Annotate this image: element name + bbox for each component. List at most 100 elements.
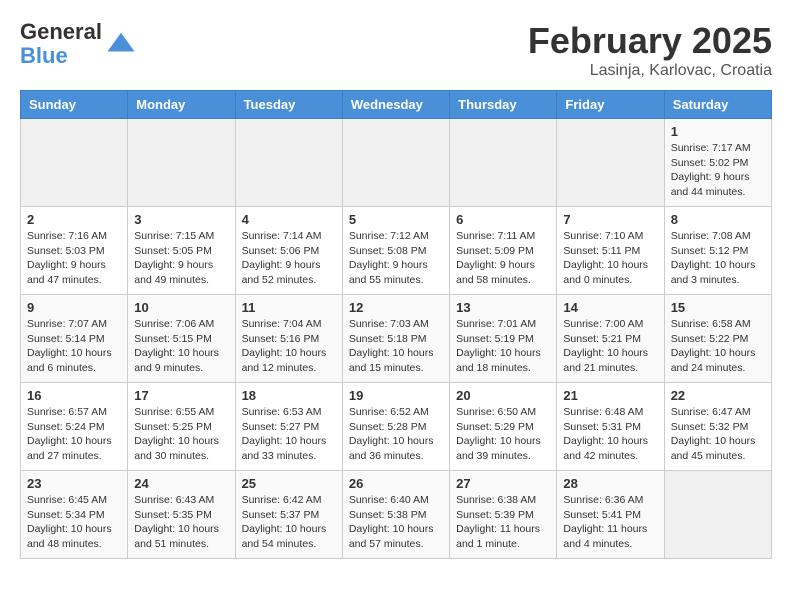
page-header: GeneralBlue February 2025 Lasinja, Karlo…: [20, 20, 772, 80]
day-number: 4: [242, 212, 336, 227]
day-info: Sunrise: 7:10 AM Sunset: 5:11 PM Dayligh…: [563, 229, 657, 288]
day-number: 25: [242, 476, 336, 491]
calendar-cell: 12 Sunrise: 7:03 AM Sunset: 5:18 PM Dayli…: [342, 295, 449, 383]
calendar-cell: 2 Sunrise: 7:16 AM Sunset: 5:03 PM Daylig…: [21, 207, 128, 295]
day-info: Sunrise: 7:11 AM Sunset: 5:09 PM Dayligh…: [456, 229, 550, 288]
day-info: Sunrise: 6:42 AM Sunset: 5:37 PM Dayligh…: [242, 493, 336, 552]
calendar-week-row: 16 Sunrise: 6:57 AM Sunset: 5:24 PM Dayli…: [21, 383, 772, 471]
calendar-cell: 3 Sunrise: 7:15 AM Sunset: 5:05 PM Daylig…: [128, 207, 235, 295]
day-number: 2: [27, 212, 121, 227]
day-info: Sunrise: 6:55 AM Sunset: 5:25 PM Dayligh…: [134, 405, 228, 464]
day-number: 14: [563, 300, 657, 315]
day-info: Sunrise: 7:17 AM Sunset: 5:02 PM Dayligh…: [671, 141, 765, 200]
month-title: February 2025: [528, 20, 772, 62]
calendar-cell: 21Sunrise: 6:48 AM Sunset: 5:31 PM Dayli…: [557, 383, 664, 471]
weekday-header: Friday: [557, 91, 664, 119]
calendar-cell: 20Sunrise: 6:50 AM Sunset: 5:29 PM Dayli…: [450, 383, 557, 471]
day-number: 12: [349, 300, 443, 315]
day-number: 16: [27, 388, 121, 403]
calendar-cell: [128, 119, 235, 207]
calendar-cell: 8 Sunrise: 7:08 AM Sunset: 5:12 PM Daylig…: [664, 207, 771, 295]
day-info: Sunrise: 6:57 AM Sunset: 5:24 PM Dayligh…: [27, 405, 121, 464]
calendar-cell: 13 Sunrise: 7:01 AM Sunset: 5:19 PM Dayli…: [450, 295, 557, 383]
calendar-cell: [557, 119, 664, 207]
calendar-cell: 18Sunrise: 6:53 AM Sunset: 5:27 PM Dayli…: [235, 383, 342, 471]
calendar-table: SundayMondayTuesdayWednesdayThursdayFrid…: [20, 90, 772, 559]
day-info: Sunrise: 7:15 AM Sunset: 5:05 PM Dayligh…: [134, 229, 228, 288]
day-info: Sunrise: 6:43 AM Sunset: 5:35 PM Dayligh…: [134, 493, 228, 552]
calendar-cell: 27 Sunrise: 6:38 AM Sunset: 5:39 PM Dayli…: [450, 471, 557, 559]
day-info: Sunrise: 6:45 AM Sunset: 5:34 PM Dayligh…: [27, 493, 121, 552]
day-info: Sunrise: 6:47 AM Sunset: 5:32 PM Dayligh…: [671, 405, 765, 464]
calendar-cell: 9Sunrise: 7:07 AM Sunset: 5:14 PM Daylig…: [21, 295, 128, 383]
calendar-cell: 17Sunrise: 6:55 AM Sunset: 5:25 PM Dayli…: [128, 383, 235, 471]
day-info: Sunrise: 6:38 AM Sunset: 5:39 PM Dayligh…: [456, 493, 550, 552]
day-number: 28: [563, 476, 657, 491]
day-info: Sunrise: 6:53 AM Sunset: 5:27 PM Dayligh…: [242, 405, 336, 464]
day-number: 6: [456, 212, 550, 227]
location: Lasinja, Karlovac, Croatia: [528, 62, 772, 80]
day-info: Sunrise: 7:07 AM Sunset: 5:14 PM Dayligh…: [27, 317, 121, 376]
day-info: Sunrise: 7:01 AM Sunset: 5:19 PM Dayligh…: [456, 317, 550, 376]
day-info: Sunrise: 6:40 AM Sunset: 5:38 PM Dayligh…: [349, 493, 443, 552]
calendar-cell: 1 Sunrise: 7:17 AM Sunset: 5:02 PM Daylig…: [664, 119, 771, 207]
calendar-cell: 28 Sunrise: 6:36 AM Sunset: 5:41 PM Dayli…: [557, 471, 664, 559]
day-number: 7: [563, 212, 657, 227]
calendar-week-row: 9Sunrise: 7:07 AM Sunset: 5:14 PM Daylig…: [21, 295, 772, 383]
weekday-header: Thursday: [450, 91, 557, 119]
day-info: Sunrise: 7:03 AM Sunset: 5:18 PM Dayligh…: [349, 317, 443, 376]
calendar-cell: 5 Sunrise: 7:12 AM Sunset: 5:08 PM Daylig…: [342, 207, 449, 295]
day-number: 24: [134, 476, 228, 491]
day-number: 27: [456, 476, 550, 491]
calendar-cell: 16 Sunrise: 6:57 AM Sunset: 5:24 PM Dayli…: [21, 383, 128, 471]
calendar-cell: [21, 119, 128, 207]
calendar-cell: [235, 119, 342, 207]
day-number: 15: [671, 300, 765, 315]
calendar-cell: 26 Sunrise: 6:40 AM Sunset: 5:38 PM Dayli…: [342, 471, 449, 559]
logo-icon: [106, 29, 136, 59]
day-number: 26: [349, 476, 443, 491]
calendar-week-row: 23 Sunrise: 6:45 AM Sunset: 5:34 PM Dayli…: [21, 471, 772, 559]
logo: GeneralBlue: [20, 20, 136, 68]
day-number: 1: [671, 124, 765, 139]
calendar-cell: 25 Sunrise: 6:42 AM Sunset: 5:37 PM Dayli…: [235, 471, 342, 559]
calendar-cell: 15 Sunrise: 6:58 AM Sunset: 5:22 PM Dayli…: [664, 295, 771, 383]
day-info: Sunrise: 7:12 AM Sunset: 5:08 PM Dayligh…: [349, 229, 443, 288]
day-number: 8: [671, 212, 765, 227]
title-block: February 2025 Lasinja, Karlovac, Croatia: [528, 20, 772, 80]
day-info: Sunrise: 6:52 AM Sunset: 5:28 PM Dayligh…: [349, 405, 443, 464]
calendar-week-row: 2 Sunrise: 7:16 AM Sunset: 5:03 PM Daylig…: [21, 207, 772, 295]
day-info: Sunrise: 7:08 AM Sunset: 5:12 PM Dayligh…: [671, 229, 765, 288]
day-number: 5: [349, 212, 443, 227]
day-number: 20: [456, 388, 550, 403]
calendar-week-row: 1 Sunrise: 7:17 AM Sunset: 5:02 PM Daylig…: [21, 119, 772, 207]
calendar-cell: 10Sunrise: 7:06 AM Sunset: 5:15 PM Dayli…: [128, 295, 235, 383]
calendar-cell: 22 Sunrise: 6:47 AM Sunset: 5:32 PM Dayli…: [664, 383, 771, 471]
day-info: Sunrise: 6:58 AM Sunset: 5:22 PM Dayligh…: [671, 317, 765, 376]
calendar-cell: 4Sunrise: 7:14 AM Sunset: 5:06 PM Daylig…: [235, 207, 342, 295]
day-info: Sunrise: 6:36 AM Sunset: 5:41 PM Dayligh…: [563, 493, 657, 552]
day-number: 22: [671, 388, 765, 403]
day-info: Sunrise: 7:04 AM Sunset: 5:16 PM Dayligh…: [242, 317, 336, 376]
weekday-header: Monday: [128, 91, 235, 119]
day-number: 19: [349, 388, 443, 403]
weekday-header-row: SundayMondayTuesdayWednesdayThursdayFrid…: [21, 91, 772, 119]
day-number: 13: [456, 300, 550, 315]
weekday-header: Wednesday: [342, 91, 449, 119]
calendar-cell: [664, 471, 771, 559]
calendar-cell: [450, 119, 557, 207]
day-number: 11: [242, 300, 336, 315]
day-number: 21: [563, 388, 657, 403]
day-info: Sunrise: 7:16 AM Sunset: 5:03 PM Dayligh…: [27, 229, 121, 288]
weekday-header: Tuesday: [235, 91, 342, 119]
day-info: Sunrise: 7:00 AM Sunset: 5:21 PM Dayligh…: [563, 317, 657, 376]
logo-text: GeneralBlue: [20, 20, 102, 68]
calendar-cell: 23 Sunrise: 6:45 AM Sunset: 5:34 PM Dayli…: [21, 471, 128, 559]
day-number: 3: [134, 212, 228, 227]
calendar-cell: 7 Sunrise: 7:10 AM Sunset: 5:11 PM Daylig…: [557, 207, 664, 295]
day-number: 23: [27, 476, 121, 491]
calendar-cell: 11 Sunrise: 7:04 AM Sunset: 5:16 PM Dayli…: [235, 295, 342, 383]
calendar-cell: 19 Sunrise: 6:52 AM Sunset: 5:28 PM Dayli…: [342, 383, 449, 471]
day-number: 10: [134, 300, 228, 315]
weekday-header: Sunday: [21, 91, 128, 119]
